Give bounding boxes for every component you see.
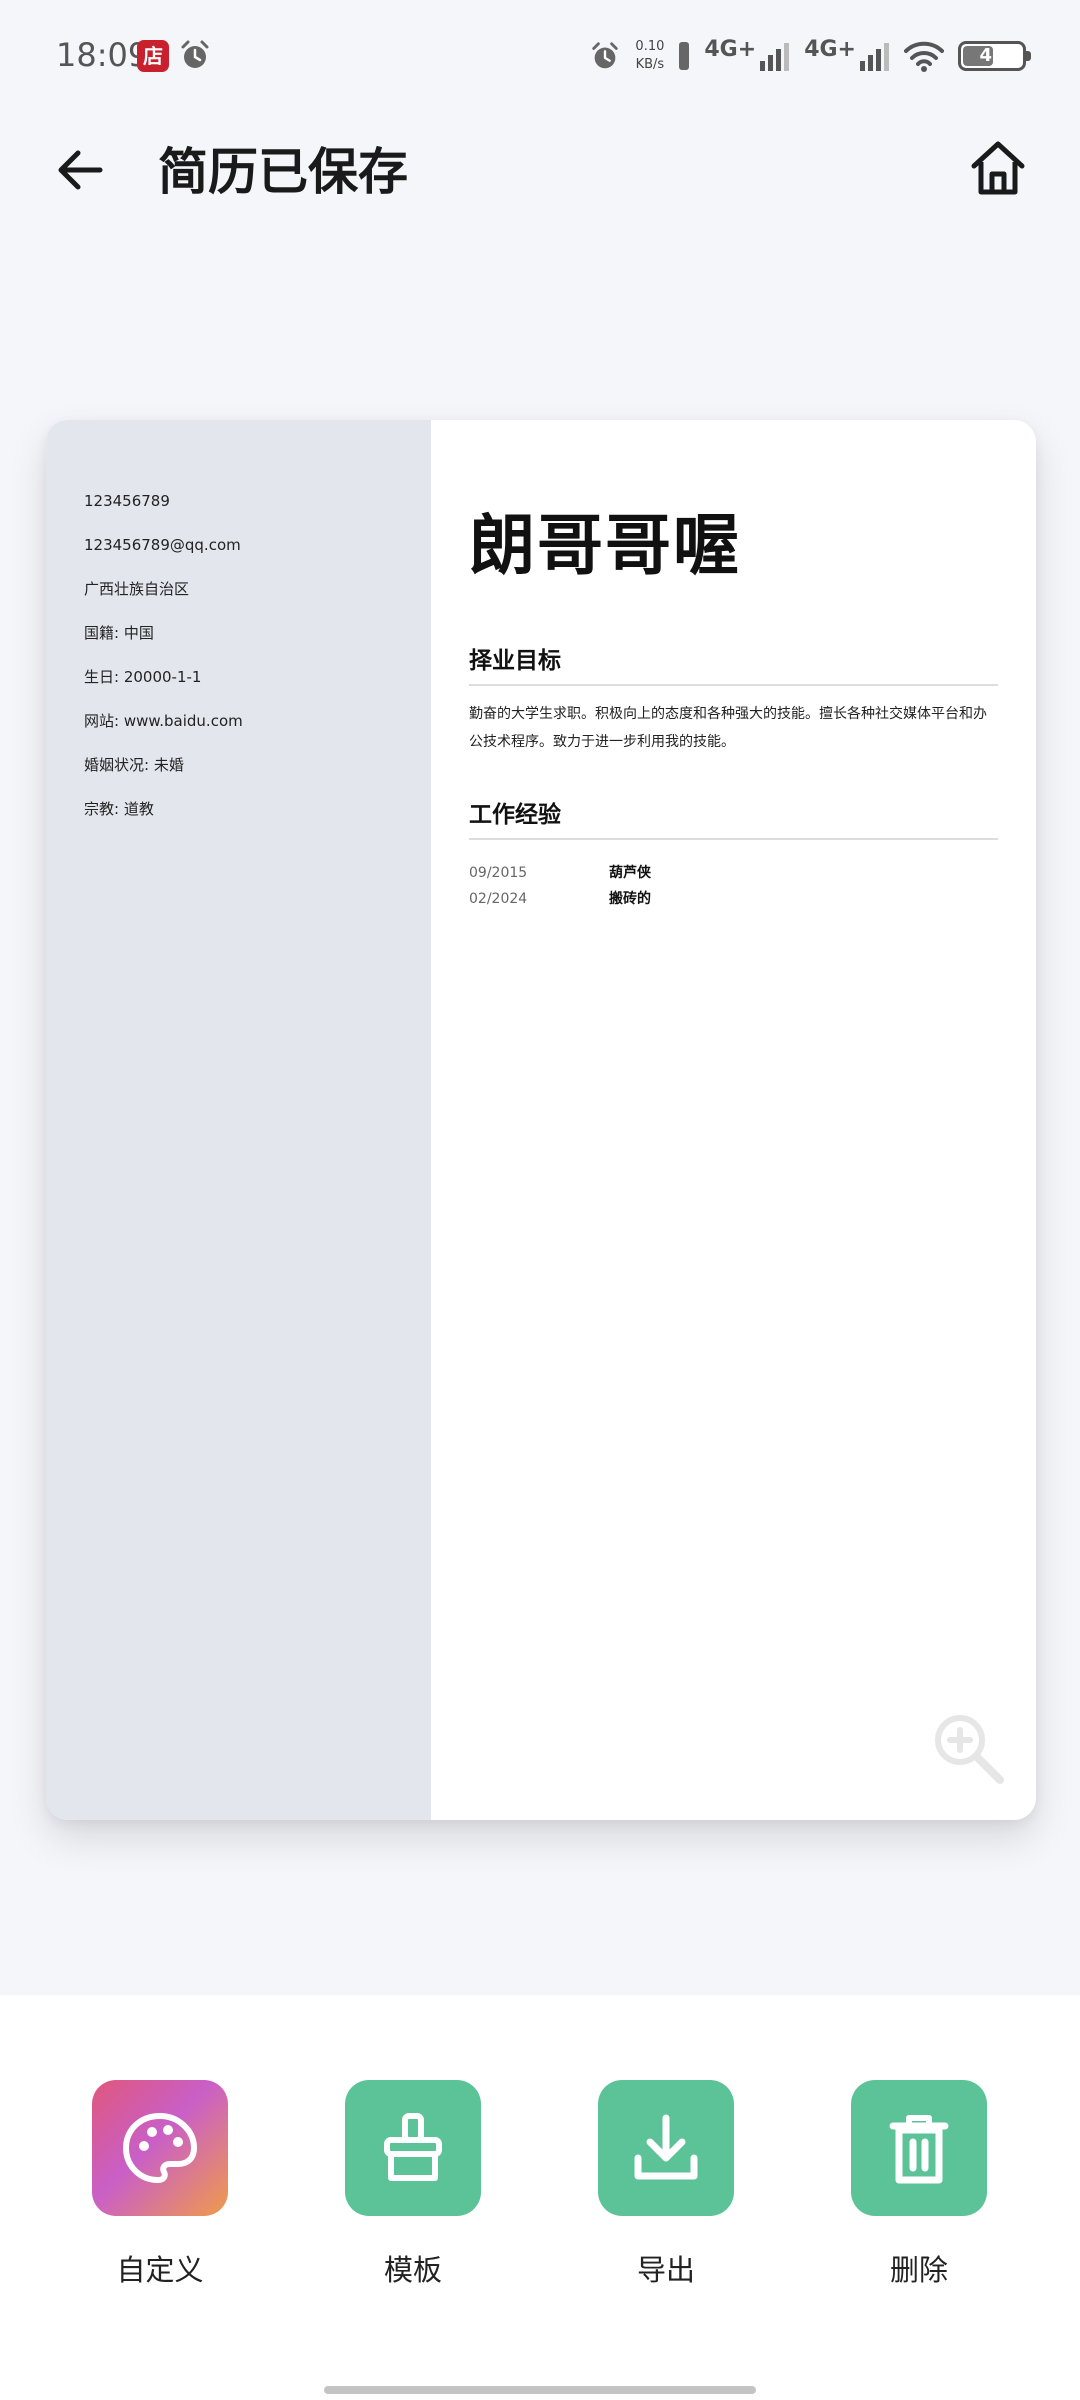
- trash-icon[interactable]: [851, 2080, 987, 2216]
- network-speed: 0.10 KB/s: [635, 38, 664, 74]
- contact-marital-status: 婚姻状况: 未婚: [84, 756, 184, 774]
- app-header: 简历已保存: [0, 110, 1080, 230]
- alarm-clock-icon: [592, 42, 619, 69]
- export-button[interactable]: 导出: [566, 2080, 766, 2288]
- network-speed-unit: KB/s: [635, 57, 665, 72]
- battery-indicator: 49: [958, 41, 1031, 71]
- cellular-signal-1: 4G+: [704, 37, 790, 71]
- delete-label: 删除: [889, 2253, 948, 2287]
- wifi-icon: [904, 41, 944, 72]
- delete-button[interactable]: 删除: [819, 2080, 1019, 2288]
- experience-desc: 搬砖的: [609, 891, 651, 907]
- experience-row: 09/2015 葫芦侠: [469, 860, 998, 886]
- customize-button[interactable]: 自定义: [60, 2080, 260, 2288]
- bottom-action-bar: 自定义 模板 导出 删除: [0, 1995, 1080, 2400]
- palette-icon[interactable]: [92, 2080, 228, 2216]
- status-time: 18:09: [56, 36, 149, 74]
- template-label: 模板: [383, 2253, 442, 2287]
- contact-region: 广西壮族自治区: [84, 580, 190, 598]
- network-speed-value: 0.10: [635, 39, 665, 54]
- palette-glyph: [123, 2113, 197, 2183]
- experience-section: 工作经验 09/2015 葫芦侠 02/2024 搬砖的: [469, 800, 998, 912]
- export-label: 导出: [636, 2253, 695, 2287]
- resume-main: 朗哥哥喔 择业目标 勤奋的大学生求职。积极向上的态度和各种强大的技能。擅长各种社…: [431, 420, 1036, 1820]
- contact-email: 123456789@qq.com: [84, 536, 241, 554]
- zoom-in-icon[interactable]: [924, 1704, 1012, 1792]
- objective-section: 择业目标 勤奋的大学生求职。积极向上的态度和各种强大的技能。擅长各种社交媒体平台…: [469, 646, 998, 756]
- experience-date: 09/2015: [469, 865, 528, 881]
- objective-text: 勤奋的大学生求职。积极向上的态度和各种强大的技能。擅长各种社交媒体平台和办公技术…: [469, 706, 987, 750]
- experience-list: 09/2015 葫芦侠 02/2024 搬砖的: [469, 860, 998, 912]
- signal-bars-icon: [860, 43, 889, 71]
- contact-birthday: 生日: 20000-1-1: [84, 668, 202, 686]
- contact-info-list: 123456789 123456789@qq.com 广西壮族自治区 国籍: 中…: [84, 490, 243, 842]
- brush-glyph: [384, 2113, 442, 2181]
- resume-name: 朗哥哥喔: [469, 507, 741, 584]
- alarm-clock-icon: [181, 40, 209, 68]
- hd-icon: [679, 42, 690, 70]
- status-bar: 18:09 店 0.10 KB/s 4G+ 4G+ 49: [0, 0, 1080, 110]
- home-indicator-bar[interactable]: [324, 2386, 756, 2394]
- action-buttons: 自定义 模板 导出 删除: [0, 2080, 1080, 2310]
- resume-saved-screen: 18:09 店 0.10 KB/s 4G+ 4G+ 49 简历已保存 12345…: [0, 0, 1080, 2400]
- template-button[interactable]: 模板: [313, 2080, 513, 2288]
- customize-label: 自定义: [116, 2253, 204, 2287]
- signal-bars-icon: [760, 43, 790, 71]
- objective-title: 择业目标: [469, 646, 998, 686]
- download-icon[interactable]: [598, 2080, 734, 2216]
- contact-nationality: 国籍: 中国: [84, 624, 154, 642]
- experience-title: 工作经验: [469, 800, 998, 840]
- contact-religion: 宗教: 道教: [84, 800, 154, 818]
- resume-sidebar: 123456789 123456789@qq.com 广西壮族自治区 国籍: 中…: [46, 420, 431, 1820]
- contact-website: 网站: www.baidu.com: [84, 712, 243, 730]
- signal-2-label: 4G+: [804, 37, 856, 62]
- page-title: 简历已保存: [158, 143, 408, 201]
- experience-date: 02/2024: [469, 891, 528, 907]
- experience-desc: 葫芦侠: [609, 865, 651, 881]
- cellular-signal-2: 4G+: [804, 37, 890, 71]
- shop-app-icon: 店: [137, 40, 169, 72]
- battery-level: 49: [979, 45, 1005, 66]
- home-icon[interactable]: [966, 136, 1030, 200]
- signal-1-label: 4G+: [704, 37, 757, 62]
- resume-preview-card[interactable]: 123456789 123456789@qq.com 广西壮族自治区 国籍: 中…: [46, 420, 1036, 1820]
- experience-row: 02/2024 搬砖的: [469, 886, 998, 912]
- trash-glyph: [889, 2115, 949, 2184]
- contact-phone: 123456789: [84, 492, 170, 510]
- status-right-group: 0.10 KB/s 4G+ 4G+ 49: [589, 34, 1031, 78]
- brush-icon[interactable]: [345, 2080, 481, 2216]
- download-glyph: [634, 2114, 698, 2180]
- back-arrow-icon[interactable]: [50, 140, 110, 200]
